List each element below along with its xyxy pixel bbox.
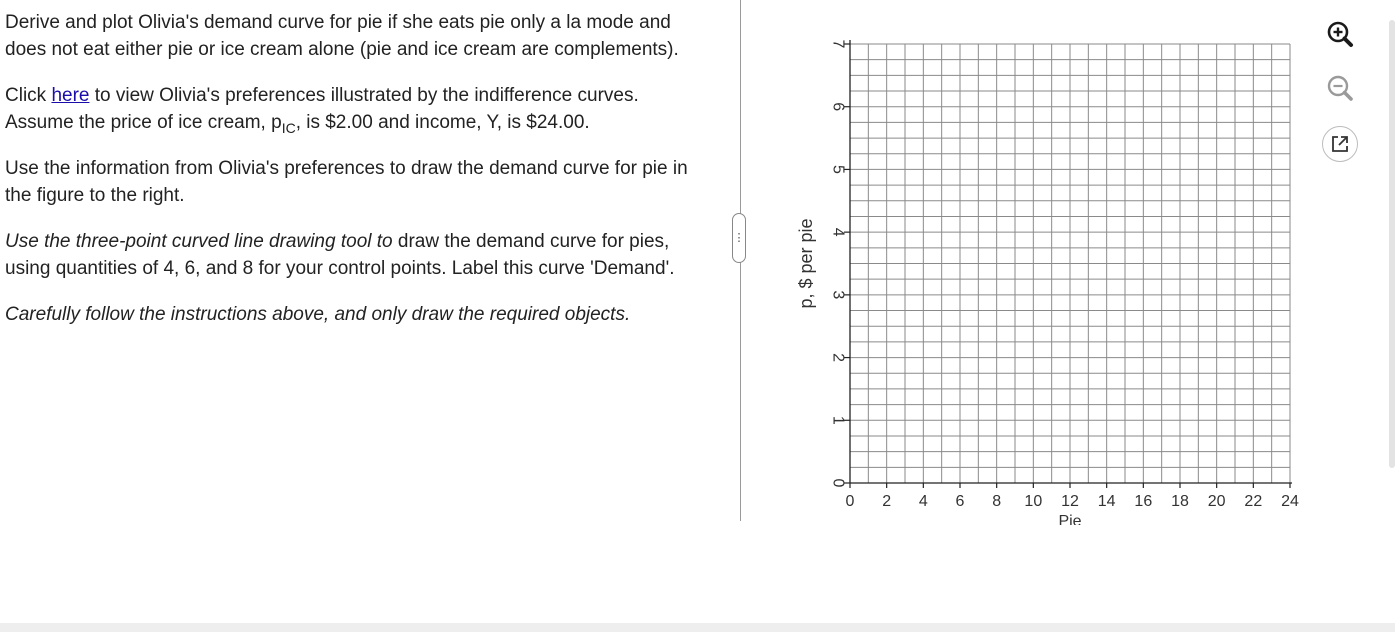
y-tick-label: 2 [830,353,847,362]
y-tick-label: 3 [830,290,847,299]
x-tick-label: 8 [992,493,1001,510]
price-symbol: p [271,111,282,133]
x-tick-label: 24 [1281,493,1299,510]
y-tick-label: 4 [830,228,847,237]
question-intro: Derive and plot Olivia's demand curve fo… [5,12,679,60]
preferences-text-start: Click [5,85,52,106]
y-tick-label: 7 [830,40,847,49]
tool-instruction-italic: Use the three-point curved line drawing … [5,231,393,252]
x-tick-label: 4 [919,493,928,510]
question-text: Derive and plot Olivia's demand curve fo… [5,10,695,349]
y-tick-label: 1 [830,416,847,425]
y-tick-label: 0 [830,479,847,488]
y-tick-label: 6 [830,102,847,111]
zoom-out-icon [1327,75,1353,101]
preferences-text-end: , is $2.00 and income, Y, is $24.00. [295,111,590,133]
x-tick-label: 20 [1208,493,1226,510]
y-tick-label: 5 [830,165,847,174]
x-tick-label: 0 [846,493,855,510]
question-instruction: Use the information from Olivia's prefer… [5,158,688,206]
x-tick-label: 10 [1024,493,1042,510]
x-tick-label: 6 [956,493,965,510]
external-link-icon [1332,136,1348,152]
question-tool-instruction: Use the three-point curved line drawing … [5,229,695,282]
graph-area[interactable]: 0 1 2 3 4 5 6 7 0 2 4 6 8 10 12 14 16 18 20 22 24 p, $ per pi… [790,20,1320,525]
popout-button[interactable] [1322,126,1358,162]
question-preferences: Click here to view Olivia's preferences … [5,83,695,136]
zoom-in-icon [1327,21,1353,47]
x-tick-label: 18 [1171,493,1189,510]
x-tick-label: 14 [1098,493,1116,510]
y-axis-label: p, $ per pie [796,218,816,308]
x-tick-label: 16 [1134,493,1152,510]
splitter-grip-icon: ⋮ [733,231,745,244]
vertical-scrollbar[interactable] [1389,20,1395,468]
zoom-in-button[interactable] [1322,16,1358,52]
splitter-handle[interactable]: ⋮ [732,213,746,263]
x-tick-label: 22 [1244,493,1262,510]
preferences-link[interactable]: here [51,85,89,106]
bottom-bar [0,623,1395,632]
demand-graph[interactable]: 012345670 2 4 6 8 10 12 14 16 18 20 22 24p, $ per pi… [790,20,1320,525]
x-tick-label: 2 [882,493,891,510]
question-caution: Carefully follow the instructions above,… [5,304,631,325]
x-tick-label: 12 [1061,493,1079,510]
x-axis-label: Pie [1058,513,1081,525]
price-subscript: IC [281,119,296,136]
zoom-out-button[interactable] [1322,70,1358,106]
